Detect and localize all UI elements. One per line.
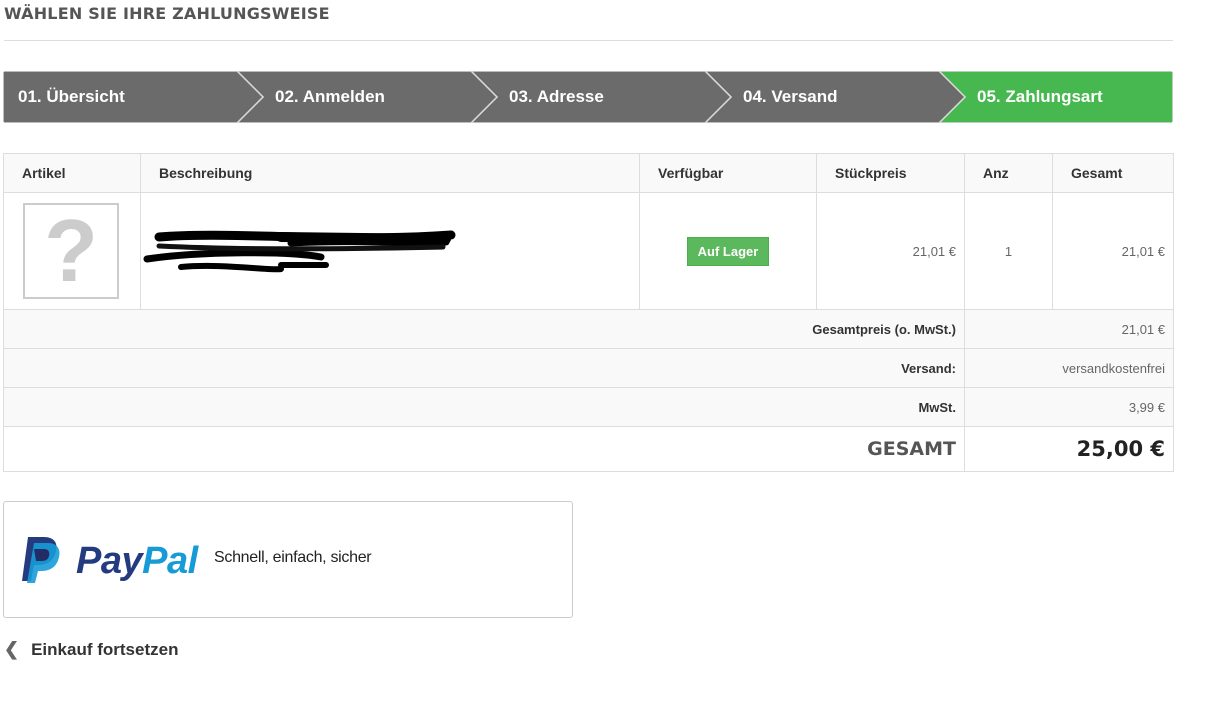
paypal-logo-icon [22, 537, 60, 583]
tax-row: MwSt. 3,99 € [3, 387, 1174, 427]
step-label: 05. Zahlungsart [977, 87, 1103, 106]
checkout-steps: 01. Übersicht 02. Anmelden 03. Adresse 0… [3, 71, 1173, 123]
shipping-value: versandkostenfrei [964, 348, 1174, 388]
subtotal-label: Gesamtpreis (o. MwSt.) [3, 309, 965, 349]
col-header-unit-price: Stückpreis [816, 153, 965, 193]
col-header-article: Artikel [3, 153, 141, 193]
shipping-row: Versand: versandkostenfrei [3, 348, 1174, 388]
redaction-scribble [143, 230, 456, 273]
paypal-wordmark: PayPal [76, 540, 198, 583]
item-qty: 1 [964, 192, 1053, 310]
col-header-qty: Anz [964, 153, 1053, 193]
step-label: 01. Übersicht [18, 87, 125, 106]
item-availability-cell: Auf Lager [639, 192, 817, 310]
tax-label: MwSt. [3, 387, 965, 427]
paypal-word-pal: Pal [142, 540, 198, 582]
product-image-placeholder[interactable]: ? [23, 203, 119, 299]
subtotal-value: 21,01 € [964, 309, 1174, 349]
col-header-total: Gesamt [1052, 153, 1174, 193]
page-title: WÄHLEN SIE IHRE ZAHLUNGSWEISE [4, 4, 330, 23]
subtotal-row: Gesamtpreis (o. MwSt.) 21,01 € [3, 309, 1174, 349]
step-payment[interactable]: 05. Zahlungsart [977, 71, 1103, 123]
question-mark-icon: ? [44, 201, 98, 300]
title-divider [4, 40, 1173, 41]
col-header-description: Beschreibung [140, 153, 640, 193]
chevron-left-icon: ❮ [4, 639, 20, 659]
step-overview[interactable]: 01. Übersicht [18, 71, 125, 123]
grand-total-row: GESAMT 25,00 € [3, 426, 1174, 472]
step-label: 04. Versand [743, 87, 838, 106]
step-login[interactable]: 02. Anmelden [275, 71, 385, 123]
continue-shopping-link[interactable]: ❮ Einkauf fortsetzen [4, 639, 178, 660]
availability-badge: Auf Lager [686, 236, 770, 266]
tax-value: 3,99 € [964, 387, 1174, 427]
cart-table: Artikel Beschreibung Verfügbar Stückprei… [3, 153, 1174, 472]
continue-shopping-label: Einkauf fortsetzen [31, 639, 179, 659]
table-row: ? Auf Lager 21,01 € 1 21,01 € [3, 192, 1174, 310]
grand-total-value: 25,00 € [964, 426, 1174, 472]
step-label: 02. Anmelden [275, 87, 385, 106]
shipping-label: Versand: [3, 348, 965, 388]
item-description-cell [140, 192, 640, 310]
paypal-word-pay: Pay [76, 540, 143, 582]
step-address[interactable]: 03. Adresse [509, 71, 604, 123]
step-label: 03. Adresse [509, 87, 604, 106]
item-image-cell: ? [3, 192, 141, 310]
paypal-payment-option[interactable]: PayPal Schnell, einfach, sicher [3, 501, 573, 618]
item-unit-price: 21,01 € [816, 192, 965, 310]
grand-total-label: GESAMT [3, 426, 965, 472]
paypal-tagline: Schnell, einfach, sicher [214, 549, 372, 566]
cart-header-row: Artikel Beschreibung Verfügbar Stückprei… [3, 153, 1174, 193]
step-shipping[interactable]: 04. Versand [743, 71, 838, 123]
col-header-available: Verfügbar [639, 153, 817, 193]
item-total: 21,01 € [1052, 192, 1174, 310]
